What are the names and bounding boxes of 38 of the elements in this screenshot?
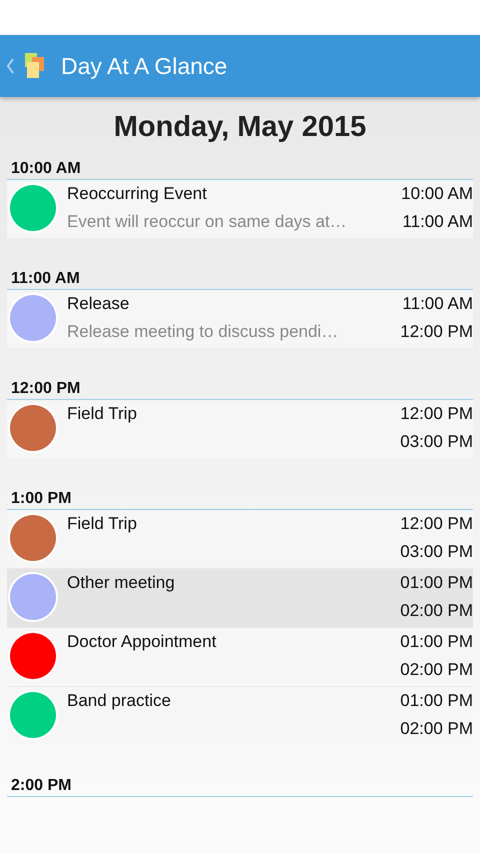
end-time: 02:00 PM	[400, 660, 473, 680]
event-row[interactable]: Field Trip 12:00 PM 03:00 PM	[7, 510, 473, 569]
event-row[interactable]: Field Trip 12:00 PM 03:00 PM	[7, 400, 473, 458]
event-note: Event will reoccur on same days at…	[67, 212, 348, 232]
time-header: 11:00 AM	[10, 270, 81, 289]
event-title: Band practice	[67, 691, 172, 711]
event-title: Field Trip	[67, 404, 138, 424]
back-icon[interactable]	[5, 57, 15, 75]
time-header: 12:00 PM	[10, 380, 82, 399]
end-time: 03:00 PM	[400, 432, 473, 452]
start-time: 12:00 PM	[400, 514, 473, 534]
event-title: Doctor Appointment	[67, 632, 218, 652]
end-time: 03:00 PM	[400, 542, 473, 562]
event-title: Reoccurring Event	[67, 184, 208, 204]
start-time: 11:00 AM	[401, 294, 473, 314]
start-time: 01:00 PM	[400, 691, 473, 711]
date-heading: Monday, May 2015	[112, 110, 368, 145]
end-time: 02:00 PM	[400, 601, 473, 621]
event-row[interactable]: Doctor Appointment 01:00 PM 02:00 PM	[7, 628, 473, 687]
start-time: 01:00 PM	[400, 632, 473, 652]
start-time: 12:00 PM	[400, 404, 473, 424]
event-row[interactable]: Release Release meeting to discuss pendi… 11:00 AM 12:00 PM	[7, 290, 473, 348]
event-row[interactable]: Other meeting 01:00 PM 02:00 PM	[7, 569, 473, 628]
event-title: Release	[67, 294, 130, 314]
event-title: Other meeting	[67, 573, 176, 593]
event-row[interactable]: Reoccurring Event Event will reoccur on same days at… 10:00 AM 11:00 AM	[7, 180, 473, 238]
event-title: Field Trip	[67, 514, 138, 534]
time-header: 2:00 PM	[10, 777, 72, 796]
app-title: Day At A Glance	[61, 52, 228, 80]
sticky-notes-icon	[23, 53, 45, 79]
time-header: 10:00 AM	[10, 160, 82, 179]
time-header: 1:00 PM	[10, 490, 72, 509]
start-time: 10:00 AM	[401, 184, 473, 204]
end-time: 11:00 AM	[401, 212, 473, 232]
end-time: 12:00 PM	[400, 322, 473, 342]
end-time: 02:00 PM	[400, 719, 473, 739]
event-note: Release meeting to discuss pendi…	[67, 322, 340, 342]
start-time: 01:00 PM	[400, 573, 473, 593]
